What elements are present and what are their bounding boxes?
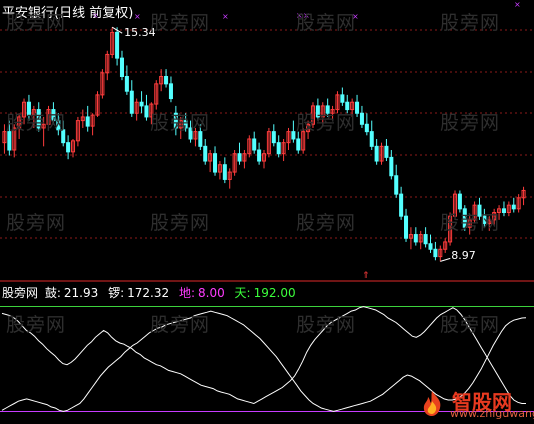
flame-icon [423, 391, 441, 416]
watermark: 股旁网 [150, 212, 211, 234]
candle-body [433, 248, 438, 258]
signal-mark: × [222, 12, 229, 21]
candle-body [129, 90, 134, 114]
watermark: 股旁网 [6, 212, 67, 234]
low-marker-line [440, 257, 451, 262]
candle-body [389, 156, 394, 177]
signal-mark: × [514, 0, 521, 9]
candle-body [296, 138, 301, 151]
logo-url: www.zhiguwang.cn [450, 407, 534, 420]
candle-body [222, 164, 227, 180]
candle-body [168, 83, 173, 100]
candle-body [252, 138, 257, 151]
candle-body [276, 142, 281, 155]
signal-arrow: ⇑ [362, 271, 370, 281]
tian-label: 天: [234, 286, 251, 300]
candle-body [359, 112, 364, 125]
indicator-item-gu: 鼓: 21.93 [45, 286, 105, 300]
watermark: 股旁网 [6, 112, 67, 134]
watermark: 股旁网 [296, 212, 357, 234]
watermark: 股旁网 [440, 112, 501, 134]
candle-body [203, 145, 208, 162]
candle-body [501, 208, 506, 214]
watermark: 股旁网 [150, 112, 211, 134]
candle-body [144, 105, 149, 118]
candle-body [413, 234, 418, 243]
candle-body [423, 234, 428, 245]
di-value: 8.00 [198, 286, 225, 300]
candle-body [374, 145, 379, 162]
candle-body [139, 101, 144, 107]
candle-body [428, 243, 433, 250]
watermark: 股旁网 [296, 314, 357, 336]
candle-body [340, 94, 345, 103]
indicator-item-di: 地: 8.00 [179, 286, 232, 300]
watermark: 股旁网 [150, 314, 211, 336]
indicator-item-luo: 锣: 172.32 [108, 286, 176, 300]
luo-value: 172.32 [127, 286, 170, 300]
watermark: 股旁网 [440, 12, 501, 34]
candle-body [291, 131, 296, 140]
candle-body [384, 145, 389, 158]
candle-body [511, 204, 516, 210]
watermark: 股旁网 [6, 12, 67, 34]
candle-body [164, 75, 169, 85]
candle-body [457, 193, 462, 210]
candle-body [237, 153, 242, 162]
indicator-item-tian: 天: 192.00 [235, 286, 299, 300]
watermark: 股旁网 [6, 314, 67, 336]
indicator-name: 股旁网 [2, 286, 39, 300]
candle-body [364, 123, 369, 133]
watermark: 股旁网 [296, 112, 357, 134]
candle-body [66, 142, 71, 153]
gu-value: 21.93 [63, 286, 99, 300]
gu-label: 鼓: [44, 286, 61, 300]
candle-body [115, 31, 120, 59]
watermark: 股旁网 [440, 314, 501, 336]
watermark: 股旁网 [150, 12, 211, 34]
candle-body [404, 215, 409, 239]
candle-body [369, 131, 374, 147]
watermark: 股旁网 [296, 12, 357, 34]
candle-body [399, 193, 404, 217]
candle-body [213, 153, 218, 173]
candle-body [257, 149, 262, 162]
candle-body [124, 75, 129, 92]
tian-value: 192.00 [253, 286, 296, 300]
candle-body [85, 116, 90, 127]
candle-body [394, 175, 399, 195]
luo-label: 锣: [108, 286, 125, 300]
signal-mark: × [134, 12, 141, 21]
indicator-legend: 股旁网 鼓: 21.93 锣: 172.32 地: 8.00 天: 192.00 [2, 284, 302, 301]
candle-body [271, 131, 276, 144]
chart-stage: { "title": "平安银行(日线 前复权)", "colors": { "… [0, 0, 534, 424]
di-label: 地: [178, 286, 195, 300]
site-logo: 智股网 www.zhiguwang.cn [414, 387, 534, 420]
low-price-label: 8.97 [451, 249, 476, 263]
candle-body [119, 57, 124, 77]
watermark: 股旁网 [440, 212, 501, 234]
